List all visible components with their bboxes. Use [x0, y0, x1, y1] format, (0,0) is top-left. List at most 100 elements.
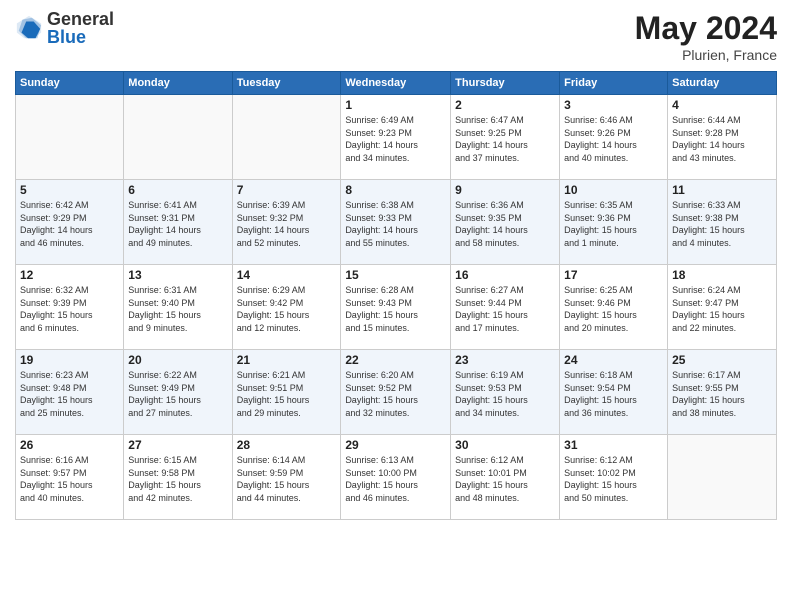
day-info: Sunrise: 6:41 AM Sunset: 9:31 PM Dayligh…: [128, 199, 227, 249]
day-number: 10: [564, 183, 663, 197]
day-info: Sunrise: 6:13 AM Sunset: 10:00 PM Daylig…: [345, 454, 446, 504]
day-info: Sunrise: 6:49 AM Sunset: 9:23 PM Dayligh…: [345, 114, 446, 164]
day-info: Sunrise: 6:32 AM Sunset: 9:39 PM Dayligh…: [20, 284, 119, 334]
day-number: 6: [128, 183, 227, 197]
title-block: May 2024 Plurien, France: [635, 10, 777, 63]
calendar-day: 12Sunrise: 6:32 AM Sunset: 9:39 PM Dayli…: [16, 265, 124, 350]
day-info: Sunrise: 6:27 AM Sunset: 9:44 PM Dayligh…: [455, 284, 555, 334]
day-info: Sunrise: 6:25 AM Sunset: 9:46 PM Dayligh…: [564, 284, 663, 334]
calendar-day: 15Sunrise: 6:28 AM Sunset: 9:43 PM Dayli…: [341, 265, 451, 350]
calendar-day: 4 Sunrise: 6:44 AM Sunset: 9:28 PM Daylig…: [668, 95, 777, 180]
day-info: Sunrise: 6:46 AM Sunset: 9:26 PM Dayligh…: [564, 114, 663, 164]
logo-icon: [15, 14, 43, 42]
calendar-day: 18 Sunrise: 6:24 AM Sunset: 9:47 PM Dayli…: [668, 265, 777, 350]
header-thursday: Thursday: [451, 72, 560, 95]
day-number: 3: [564, 98, 663, 112]
day-number: 24: [564, 353, 663, 367]
day-number: 2: [455, 98, 555, 112]
day-number: 29: [345, 438, 446, 452]
day-number: 30: [455, 438, 555, 452]
day-number: 21: [237, 353, 337, 367]
day-number: 23: [455, 353, 555, 367]
logo-text: General Blue: [47, 10, 114, 46]
calendar-day: 2 Sunrise: 6:47 AM Sunset: 9:25 PM Daylig…: [451, 95, 560, 180]
day-number: 26: [20, 438, 119, 452]
day-info: Sunrise: 6:15 AM Sunset: 9:58 PM Dayligh…: [128, 454, 227, 504]
day-info: Sunrise: 6:47 AM Sunset: 9:25 PM Dayligh…: [455, 114, 555, 164]
day-number: 7: [237, 183, 337, 197]
day-info: Sunrise: 6:20 AM Sunset: 9:52 PM Dayligh…: [345, 369, 446, 419]
day-number: 19: [20, 353, 119, 367]
calendar-day: 29 Sunrise: 6:13 AM Sunset: 10:00 PM Dayl…: [341, 435, 451, 520]
header-tuesday: Tuesday: [232, 72, 341, 95]
day-number: 16: [455, 268, 555, 282]
day-info: Sunrise: 6:38 AM Sunset: 9:33 PM Dayligh…: [345, 199, 446, 249]
calendar-day: [124, 95, 232, 180]
calendar-day: [16, 95, 124, 180]
header-friday: Friday: [560, 72, 668, 95]
day-number: 4: [672, 98, 772, 112]
day-info: Sunrise: 6:35 AM Sunset: 9:36 PM Dayligh…: [564, 199, 663, 249]
calendar-day: 19 Sunrise: 6:23 AM Sunset: 9:48 PM Dayli…: [16, 350, 124, 435]
day-info: Sunrise: 6:28 AM Sunset: 9:43 PM Dayligh…: [345, 284, 446, 334]
calendar-day: 17Sunrise: 6:25 AM Sunset: 9:46 PM Dayli…: [560, 265, 668, 350]
day-info: Sunrise: 6:23 AM Sunset: 9:48 PM Dayligh…: [20, 369, 119, 419]
day-info: Sunrise: 6:16 AM Sunset: 9:57 PM Dayligh…: [20, 454, 119, 504]
header-sunday: Sunday: [16, 72, 124, 95]
calendar-day: 26 Sunrise: 6:16 AM Sunset: 9:57 PM Dayli…: [16, 435, 124, 520]
header: General Blue May 2024 Plurien, France: [15, 10, 777, 63]
logo-blue-text: Blue: [47, 28, 114, 46]
calendar-week-row: 19 Sunrise: 6:23 AM Sunset: 9:48 PM Dayli…: [16, 350, 777, 435]
calendar-day: 7 Sunrise: 6:39 AM Sunset: 9:32 PM Daylig…: [232, 180, 341, 265]
calendar-day: 21 Sunrise: 6:21 AM Sunset: 9:51 PM Dayli…: [232, 350, 341, 435]
calendar-day: 23Sunrise: 6:19 AM Sunset: 9:53 PM Dayli…: [451, 350, 560, 435]
calendar-day: 30Sunrise: 6:12 AM Sunset: 10:01 PM Dayl…: [451, 435, 560, 520]
day-info: Sunrise: 6:21 AM Sunset: 9:51 PM Dayligh…: [237, 369, 337, 419]
calendar-day: 6 Sunrise: 6:41 AM Sunset: 9:31 PM Daylig…: [124, 180, 232, 265]
day-number: 11: [672, 183, 772, 197]
header-monday: Monday: [124, 72, 232, 95]
day-number: 22: [345, 353, 446, 367]
subtitle: Plurien, France: [635, 47, 777, 63]
day-info: Sunrise: 6:12 AM Sunset: 10:02 PM Daylig…: [564, 454, 663, 504]
calendar: Sunday Monday Tuesday Wednesday Thursday…: [15, 71, 777, 520]
calendar-day: [668, 435, 777, 520]
calendar-day: 11 Sunrise: 6:33 AM Sunset: 9:38 PM Dayli…: [668, 180, 777, 265]
day-number: 27: [128, 438, 227, 452]
logo: General Blue: [15, 10, 114, 46]
day-number: 13: [128, 268, 227, 282]
calendar-week-row: 5Sunrise: 6:42 AM Sunset: 9:29 PM Daylig…: [16, 180, 777, 265]
day-number: 14: [237, 268, 337, 282]
day-number: 1: [345, 98, 446, 112]
day-info: Sunrise: 6:31 AM Sunset: 9:40 PM Dayligh…: [128, 284, 227, 334]
day-info: Sunrise: 6:24 AM Sunset: 9:47 PM Dayligh…: [672, 284, 772, 334]
day-number: 25: [672, 353, 772, 367]
calendar-day: 25Sunrise: 6:17 AM Sunset: 9:55 PM Dayli…: [668, 350, 777, 435]
calendar-day: 27 Sunrise: 6:15 AM Sunset: 9:58 PM Dayli…: [124, 435, 232, 520]
day-number: 8: [345, 183, 446, 197]
calendar-body: 1 Sunrise: 6:49 AM Sunset: 9:23 PM Daylig…: [16, 95, 777, 520]
page: General Blue May 2024 Plurien, France Su…: [0, 0, 792, 612]
calendar-day: 13 Sunrise: 6:31 AM Sunset: 9:40 PM Dayli…: [124, 265, 232, 350]
calendar-day: 14Sunrise: 6:29 AM Sunset: 9:42 PM Dayli…: [232, 265, 341, 350]
day-info: Sunrise: 6:33 AM Sunset: 9:38 PM Dayligh…: [672, 199, 772, 249]
calendar-day: 16 Sunrise: 6:27 AM Sunset: 9:44 PM Dayli…: [451, 265, 560, 350]
day-info: Sunrise: 6:42 AM Sunset: 9:29 PM Dayligh…: [20, 199, 119, 249]
calendar-day: 5Sunrise: 6:42 AM Sunset: 9:29 PM Daylig…: [16, 180, 124, 265]
main-title: May 2024: [635, 10, 777, 47]
logo-general-text: General: [47, 10, 114, 28]
day-info: Sunrise: 6:14 AM Sunset: 9:59 PM Dayligh…: [237, 454, 337, 504]
day-number: 20: [128, 353, 227, 367]
header-saturday: Saturday: [668, 72, 777, 95]
calendar-header: Sunday Monday Tuesday Wednesday Thursday…: [16, 72, 777, 95]
day-info: Sunrise: 6:18 AM Sunset: 9:54 PM Dayligh…: [564, 369, 663, 419]
day-info: Sunrise: 6:44 AM Sunset: 9:28 PM Dayligh…: [672, 114, 772, 164]
calendar-week-row: 1 Sunrise: 6:49 AM Sunset: 9:23 PM Daylig…: [16, 95, 777, 180]
day-info: Sunrise: 6:22 AM Sunset: 9:49 PM Dayligh…: [128, 369, 227, 419]
day-info: Sunrise: 6:39 AM Sunset: 9:32 PM Dayligh…: [237, 199, 337, 249]
calendar-day: [232, 95, 341, 180]
calendar-day: 28Sunrise: 6:14 AM Sunset: 9:59 PM Dayli…: [232, 435, 341, 520]
day-info: Sunrise: 6:36 AM Sunset: 9:35 PM Dayligh…: [455, 199, 555, 249]
weekday-header-row: Sunday Monday Tuesday Wednesday Thursday…: [16, 72, 777, 95]
day-number: 18: [672, 268, 772, 282]
